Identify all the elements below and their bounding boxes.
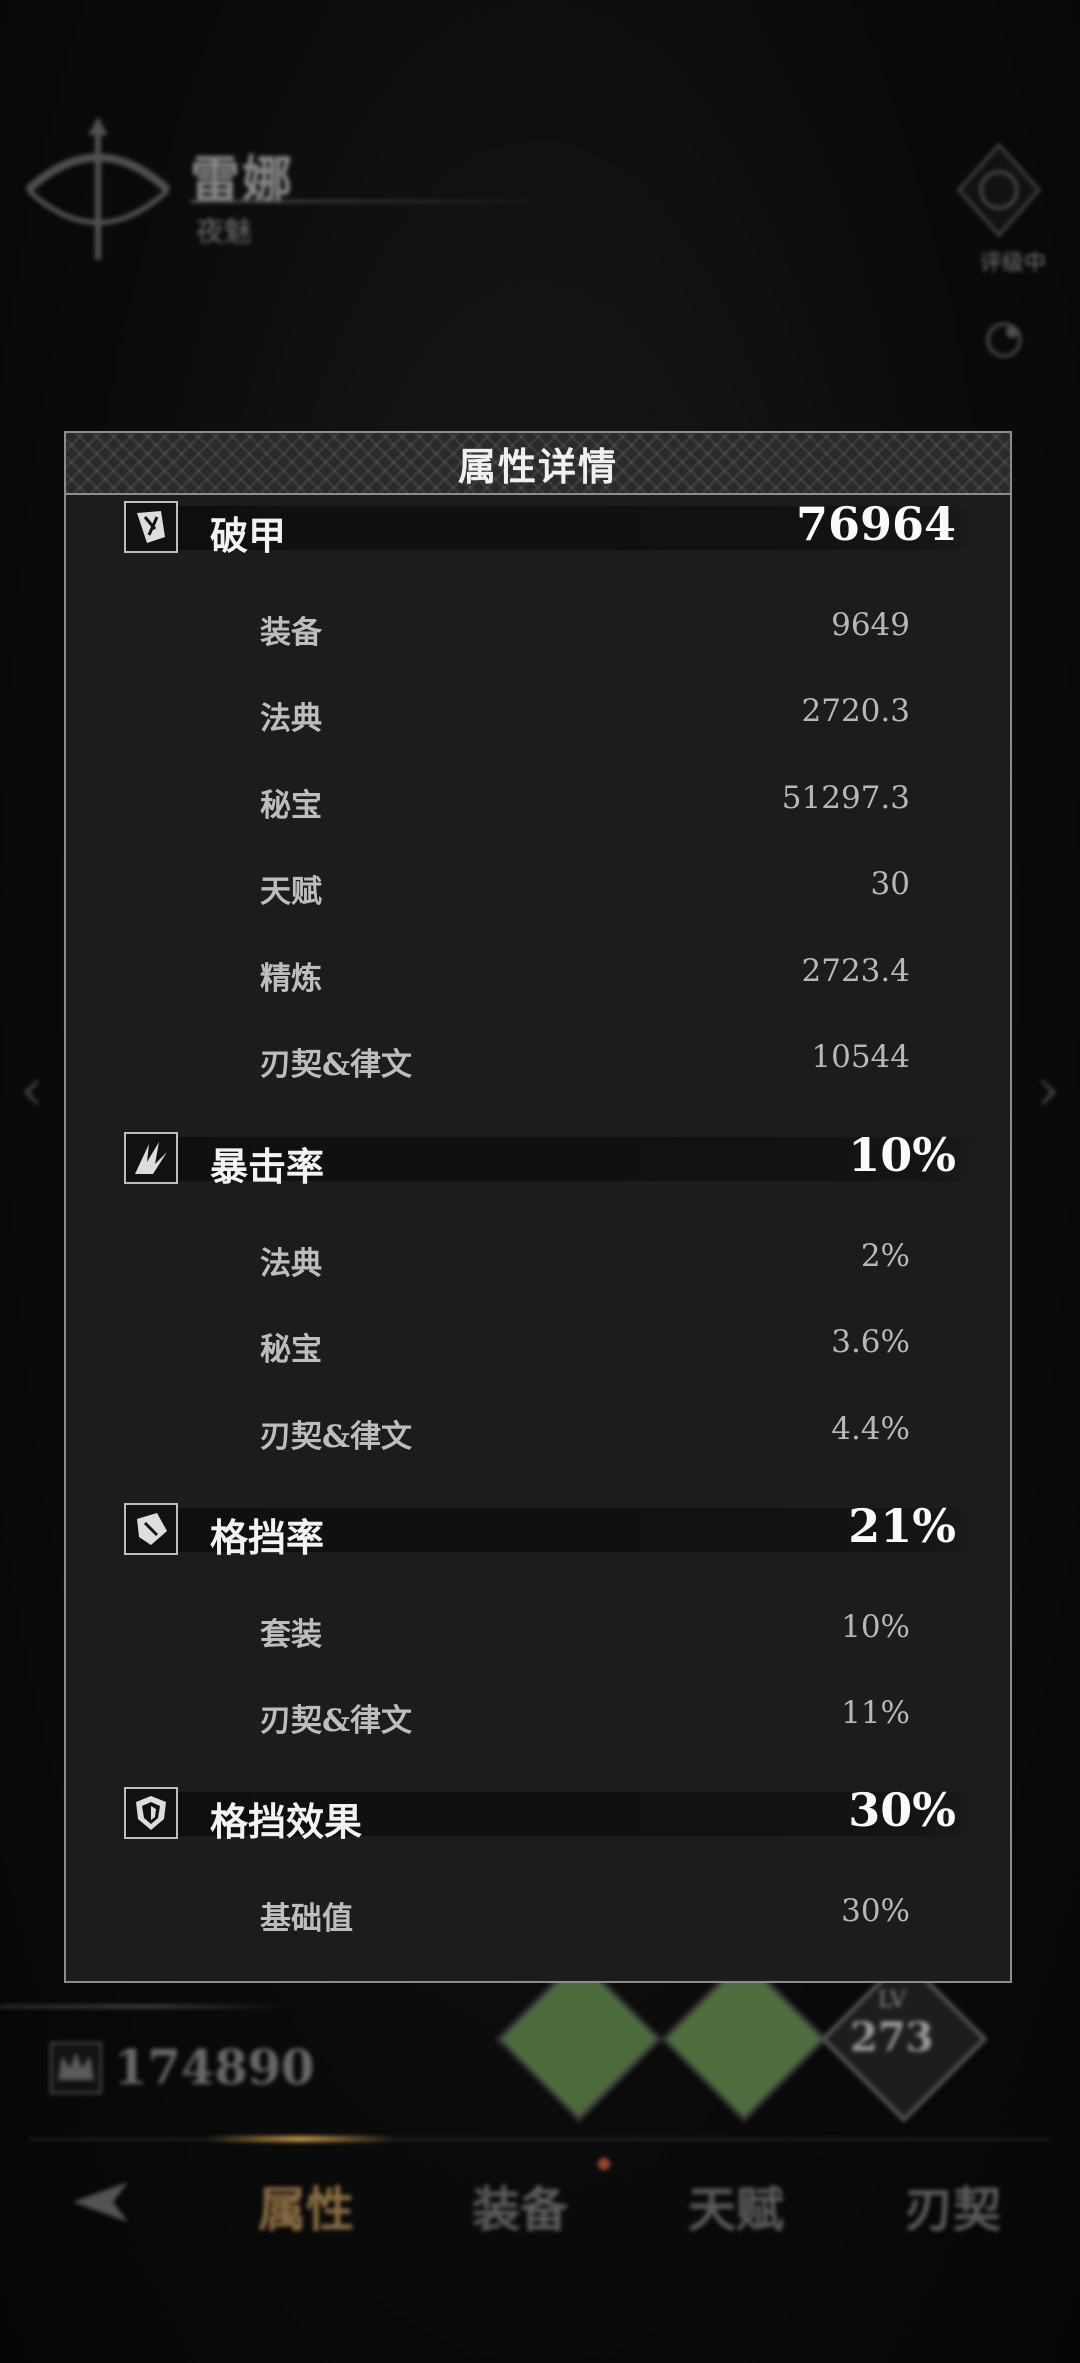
next-character-arrow-icon[interactable]: › (1036, 1055, 1060, 1125)
row-label: 法典 (260, 1246, 322, 1282)
row-label: 秘宝 (260, 1332, 322, 1368)
prev-character-arrow-icon[interactable]: ‹ (20, 1055, 44, 1125)
stat-name: 格挡率 (210, 1515, 325, 1560)
stat-row: 刃契&律文 11% (260, 1695, 910, 1739)
stat-row: 秘宝 51297.3 (260, 780, 910, 824)
row-value: 10544 (811, 1039, 910, 1075)
row-value: 30 (870, 866, 910, 902)
row-value: 2723.4 (801, 953, 910, 989)
row-value: 30% (841, 1893, 910, 1929)
stat-name: 格挡效果 (210, 1799, 363, 1844)
power-divider (0, 2005, 290, 2008)
armor-break-icon (124, 501, 178, 553)
row-value: 3.6% (831, 1324, 910, 1360)
row-label: 天赋 (260, 874, 322, 910)
tab-talent[interactable]: 天赋 (688, 2170, 784, 2240)
bottom-tab-bar: 属性 装备 天赋 刃契 (0, 2130, 1080, 2363)
stat-header-block-effect: 格挡效果 30% (124, 1783, 986, 1844)
stat-name: 暴击率 (210, 1144, 325, 1189)
stat-name: 破甲 (210, 513, 287, 558)
bow-emblem-icon (25, 117, 171, 260)
tab-equipment[interactable]: 装备 (472, 2170, 568, 2240)
row-label: 基础值 (260, 1901, 353, 1937)
stat-row: 套装 10% (260, 1609, 910, 1653)
stat-header-crit-rate: 暴击率 10% (124, 1128, 986, 1189)
tab-blade-pact[interactable]: 刃契 (905, 2170, 1001, 2240)
skill-diamonds: LV 273 (490, 1955, 990, 2130)
stat-total: 30% (848, 1783, 956, 1837)
stat-total: 10% (848, 1128, 956, 1182)
tab-attributes[interactable]: 属性 (258, 2170, 354, 2240)
stat-row: 法典 2% (260, 1238, 910, 1282)
stat-row: 天赋 30 (260, 866, 910, 910)
stat-row: 刃契&律文 10544 (260, 1039, 910, 1083)
active-tab-indicator (205, 2136, 395, 2142)
panel-title: 属性详情 (457, 443, 618, 489)
row-value: 9649 (831, 607, 910, 643)
row-value: 4.4% (831, 1411, 910, 1447)
combat-power-value: 174890 (114, 2040, 315, 2096)
row-label: 刃契&律文 (260, 1419, 412, 1455)
stat-row: 装备 9649 (260, 607, 910, 651)
attribute-detail-panel: 属性详情 破甲 76964 装备 9649 法典 2720.3 秘宝 51297… (64, 431, 1012, 1983)
back-arrow-icon[interactable] (58, 2162, 138, 2242)
stat-row: 法典 2720.3 (260, 693, 910, 737)
stat-header-armor-break: 破甲 76964 (124, 497, 986, 558)
row-label: 法典 (260, 701, 322, 737)
row-value: 2720.3 (801, 693, 910, 729)
stat-row: 刃契&律文 4.4% (260, 1411, 910, 1455)
row-label: 精炼 (260, 961, 322, 997)
name-divider (190, 200, 560, 203)
tab-bar-divider (30, 2138, 1050, 2140)
row-label: 刃契&律文 (260, 1703, 412, 1739)
row-value: 10% (841, 1609, 910, 1645)
row-label: 秘宝 (260, 788, 322, 824)
row-label: 刃契&律文 (260, 1047, 412, 1083)
panel-header: 属性详情 (66, 433, 1010, 495)
block-effect-icon (124, 1787, 178, 1839)
row-label: 套装 (260, 1617, 322, 1653)
notification-dot (598, 2158, 610, 2170)
crit-rate-icon (124, 1132, 178, 1184)
row-value: 51297.3 (781, 780, 910, 816)
stat-row: 精炼 2723.4 (260, 953, 910, 997)
stat-total: 21% (848, 1499, 956, 1553)
block-rate-icon (124, 1503, 178, 1555)
crown-icon (50, 2042, 102, 2094)
rank-label: 评级中 (979, 251, 1046, 276)
level-label: LV (878, 1988, 906, 2013)
row-value: 11% (841, 1695, 910, 1731)
stat-row: 基础值 30% (260, 1893, 910, 1937)
level-value: 273 (850, 2014, 934, 2061)
stat-total: 76964 (795, 497, 956, 551)
character-subtitle: 夜魅 (196, 215, 253, 248)
emote-icon[interactable] (982, 318, 1026, 362)
stat-row: 秘宝 3.6% (260, 1324, 910, 1368)
row-value: 2% (860, 1238, 910, 1274)
combat-power: 174890 (48, 2040, 314, 2096)
row-label: 装备 (260, 615, 322, 651)
stat-header-block-rate: 格挡率 21% (124, 1499, 986, 1560)
